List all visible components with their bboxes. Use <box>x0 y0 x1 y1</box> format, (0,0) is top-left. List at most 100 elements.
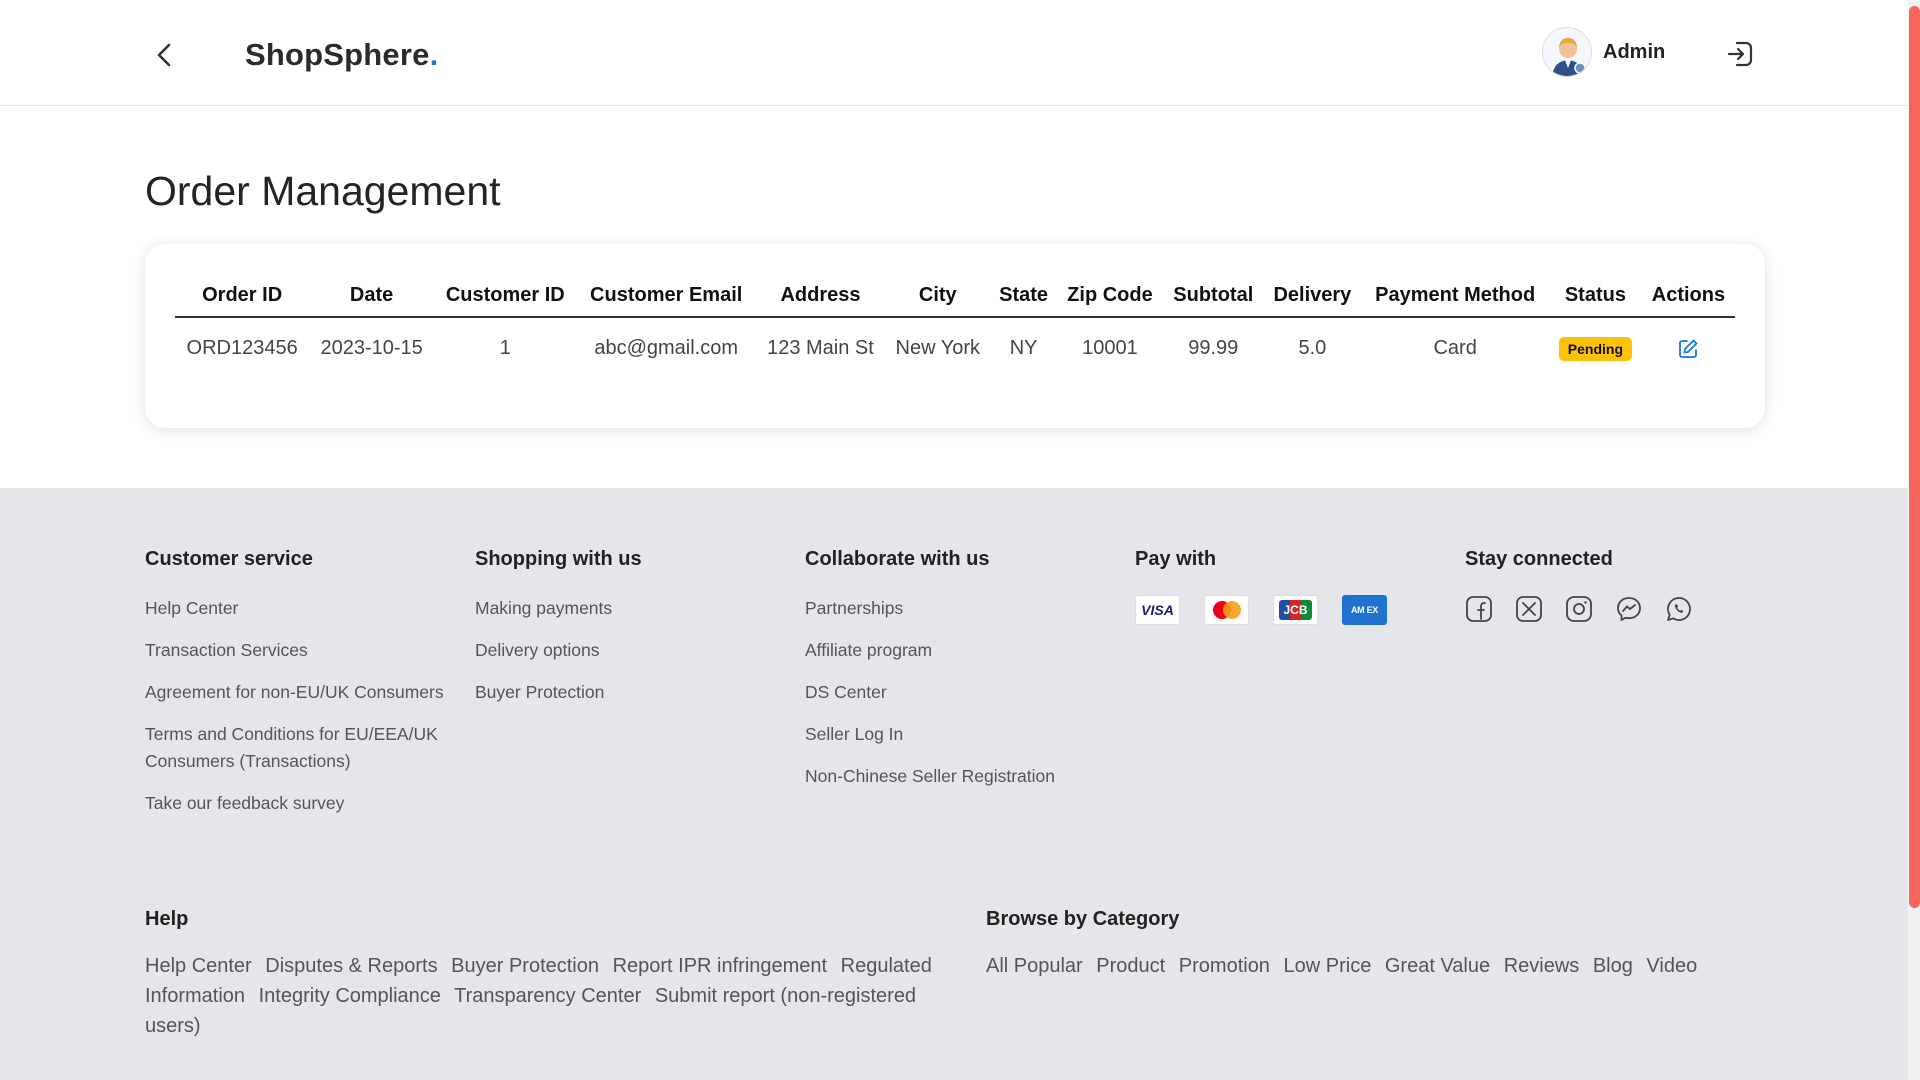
edit-icon[interactable] <box>1676 337 1700 361</box>
link-help-center-2[interactable]: Help Center <box>145 955 252 977</box>
footer-heading-browse: Browse by Category <box>986 908 1180 930</box>
instagram-icon[interactable] <box>1565 595 1593 623</box>
payment-methods: VISA JCB AM EX <box>1135 595 1387 625</box>
footer-customer-service: Customer service Help Center Transaction… <box>145 548 455 832</box>
cell-date: 2023-10-15 <box>320 337 423 359</box>
link-ds-center[interactable]: DS Center <box>805 679 1115 706</box>
link-report-ipr[interactable]: Report IPR infringement <box>613 955 828 977</box>
brand-name: ShopSphere <box>245 37 430 72</box>
cell-status: Pending <box>1549 317 1642 379</box>
link-feedback-survey[interactable]: Take our feedback survey <box>145 790 455 817</box>
whatsapp-icon[interactable] <box>1665 595 1693 623</box>
column-header-delivery: Delivery <box>1263 274 1362 318</box>
user-name: Admin <box>1603 40 1666 63</box>
footer-stay-connected: Stay connected <box>1465 548 1693 623</box>
cell-delivery: 5.0 <box>1298 337 1327 359</box>
footer-heading-customer-service: Customer service <box>145 548 313 570</box>
footer-heading-pay-with: Pay with <box>1135 548 1217 570</box>
column-header-payment-method: Payment Method <box>1361 274 1549 318</box>
x-icon[interactable] <box>1515 595 1543 623</box>
footer-heading-stay-connected: Stay connected <box>1465 548 1613 570</box>
cell-email: abc@gmail.com <box>594 337 739 359</box>
logout-icon[interactable] <box>1724 38 1756 70</box>
link-buyer-protection-2[interactable]: Buyer Protection <box>451 955 599 977</box>
page-title: Order Management <box>145 168 501 214</box>
cell-city: New York <box>895 337 981 359</box>
orders-table: Order ID Date Customer ID Customer Email… <box>175 274 1735 379</box>
amex-icon: AM EX <box>1342 595 1387 625</box>
cell-state: NY <box>1009 337 1038 359</box>
column-header-zip-code: Zip Code <box>1056 274 1164 318</box>
footer-help: Help Help Center Disputes & Reports Buye… <box>145 908 945 1041</box>
link-buyer-protection[interactable]: Buyer Protection <box>475 679 785 706</box>
footer-heading-help: Help <box>145 908 189 930</box>
column-header-date: Date <box>309 274 434 318</box>
link-great-value[interactable]: Great Value <box>1385 955 1490 977</box>
link-transaction-services[interactable]: Transaction Services <box>145 637 455 664</box>
link-seller-login[interactable]: Seller Log In <box>805 721 1115 748</box>
column-header-customer-id: Customer ID <box>433 274 577 318</box>
messenger-icon[interactable] <box>1615 595 1643 623</box>
link-integrity-compliance[interactable]: Integrity Compliance <box>259 985 441 1007</box>
link-partnerships[interactable]: Partnerships <box>805 595 1115 622</box>
link-transparency-center[interactable]: Transparency Center <box>454 985 641 1007</box>
column-header-subtotal: Subtotal <box>1163 274 1264 318</box>
cell-customer-id: 1 <box>499 337 511 359</box>
footer-heading-collaborate: Collaborate with us <box>805 548 990 570</box>
cell-actions <box>1642 317 1735 379</box>
column-header-city: City <box>885 274 991 318</box>
social-links <box>1465 595 1693 623</box>
main-content: Order Management Order ID Date Customer … <box>0 106 1920 488</box>
table-header-row: Order ID Date Customer ID Customer Email… <box>175 274 1735 318</box>
cell-subtotal: 99.99 <box>1188 337 1239 359</box>
column-header-order-id: Order ID <box>175 274 310 318</box>
footer-collaborate: Collaborate with us Partnerships Affilia… <box>805 548 1115 805</box>
link-product[interactable]: Product <box>1096 955 1165 977</box>
column-header-actions: Actions <box>1641 274 1735 318</box>
brand-dot: . <box>429 37 439 72</box>
footer-heading-shopping: Shopping with us <box>475 548 642 570</box>
link-all-popular[interactable]: All Popular <box>986 955 1083 977</box>
cell-order-id: ORD123456 <box>186 337 298 359</box>
link-promotion[interactable]: Promotion <box>1179 955 1270 977</box>
link-affiliate-program[interactable]: Affiliate program <box>805 637 1115 664</box>
column-header-state: State <box>990 274 1057 318</box>
help-links: Help Center Disputes & Reports Buyer Pro… <box>145 951 945 1041</box>
link-seller-registration[interactable]: Non-Chinese Seller Registration <box>805 763 1115 790</box>
jcb-icon: JCB <box>1273 595 1318 625</box>
cell-payment: Card <box>1433 337 1477 359</box>
mastercard-icon <box>1204 595 1249 625</box>
brand-logo[interactable]: ShopSphere. <box>245 37 438 73</box>
link-agreement-non-eu[interactable]: Agreement for non-EU/UK Consumers <box>145 679 455 706</box>
column-header-address: Address <box>755 274 886 318</box>
visa-icon: VISA <box>1135 595 1180 625</box>
link-video[interactable]: Video <box>1646 955 1697 977</box>
user-menu[interactable]: Admin <box>1542 27 1665 77</box>
orders-card: Order ID Date Customer ID Customer Email… <box>145 244 1765 428</box>
link-low-price[interactable]: Low Price <box>1284 955 1372 977</box>
status-badge: Pending <box>1558 336 1633 361</box>
avatar <box>1542 27 1592 77</box>
top-navbar: ShopSphere. Admin <box>0 0 1920 106</box>
footer-shopping: Shopping with us Making payments Deliver… <box>475 548 785 721</box>
scrollbar-thumb[interactable] <box>1909 6 1920 908</box>
link-disputes-reports[interactable]: Disputes & Reports <box>265 955 437 977</box>
column-header-status: Status <box>1548 274 1642 318</box>
link-delivery-options[interactable]: Delivery options <box>475 637 785 664</box>
column-header-customer-email: Customer Email <box>576 274 756 318</box>
link-help-center[interactable]: Help Center <box>145 595 455 622</box>
footer-pay-with: Pay with VISA JCB AM EX <box>1135 548 1387 625</box>
back-icon[interactable] <box>150 40 180 70</box>
link-reviews[interactable]: Reviews <box>1504 955 1580 977</box>
cell-zip: 10001 <box>1082 337 1138 359</box>
link-making-payments[interactable]: Making payments <box>475 595 785 622</box>
table-row: ORD123456 2023-10-15 1 abc@gmail.com 123… <box>175 317 1735 379</box>
admin-avatar-icon <box>1543 28 1591 76</box>
link-blog[interactable]: Blog <box>1593 955 1633 977</box>
cell-address: 123 Main St <box>767 337 874 359</box>
facebook-icon[interactable] <box>1465 595 1493 623</box>
browse-links: All Popular Product Promotion Low Price … <box>986 951 1806 981</box>
link-terms-eu[interactable]: Terms and Conditions for EU/EEA/UK Consu… <box>145 721 455 775</box>
footer: Customer service Help Center Transaction… <box>0 488 1920 1080</box>
footer-browse-category: Browse by Category All Popular Product P… <box>986 908 1806 981</box>
